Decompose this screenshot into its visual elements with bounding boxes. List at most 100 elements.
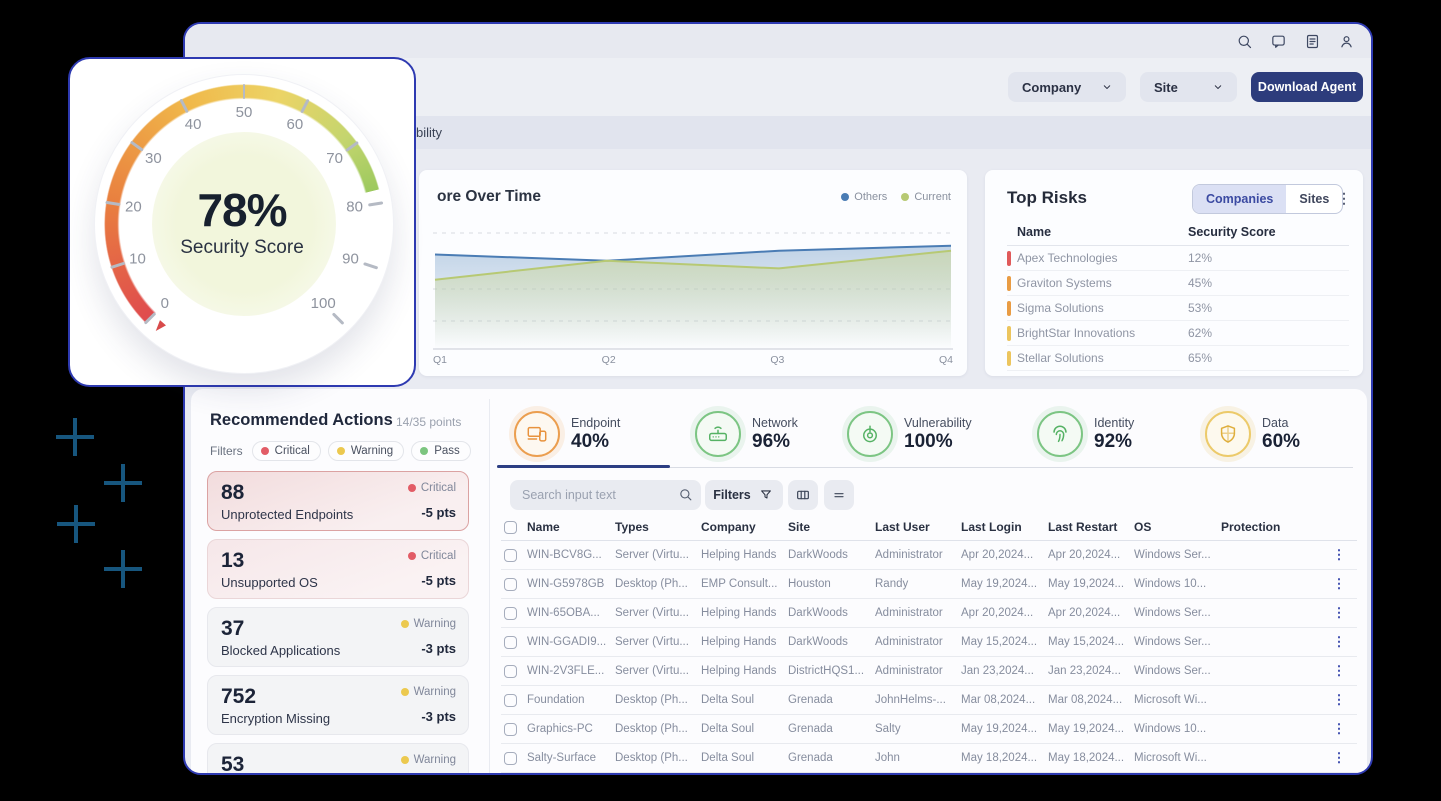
table-row[interactable]: WIN-G5978GBDesktop (Ph...EMP Consult...H… <box>501 570 1357 599</box>
cell-os: Windows Ser... <box>1134 665 1221 677</box>
row-menu-kebab-icon[interactable]: ⋮ <box>1333 721 1346 737</box>
row-menu-kebab-icon[interactable]: ⋮ <box>1333 634 1346 650</box>
tab-value: 100% <box>904 431 972 453</box>
tab-identity[interactable]: Identity92% <box>1037 403 1205 465</box>
action-card[interactable]: 752Encryption MissingWarning-3 pts <box>207 675 469 735</box>
row-checkbox[interactable] <box>504 752 517 765</box>
company-dropdown[interactable]: Company <box>1008 72 1126 102</box>
active-tab-underline <box>497 465 670 468</box>
chat-icon[interactable] <box>1269 32 1287 50</box>
select-all-checkbox[interactable] <box>504 521 517 534</box>
row-menu-kebab-icon[interactable]: ⋮ <box>1333 692 1346 708</box>
row-checkbox[interactable] <box>504 607 517 620</box>
gauge-tick <box>144 312 156 324</box>
device-table-header: NameTypesCompanySiteLast UserLast LoginL… <box>501 514 1357 541</box>
gauge-tick <box>179 98 188 113</box>
site-dropdown[interactable]: Site <box>1140 72 1237 102</box>
table-row[interactable]: Salty-SurfaceDesktop (Ph...Delta SoulGre… <box>501 744 1357 773</box>
risk-row[interactable]: Apex Technologies12% <box>1007 246 1349 271</box>
risk-row[interactable]: Sigma Solutions53% <box>1007 296 1349 321</box>
action-label: Blocked Applications <box>221 643 455 658</box>
download-agent-button[interactable]: Download Agent <box>1251 72 1363 102</box>
cell-company: Delta Soul <box>701 694 788 706</box>
tab-label: Endpoint <box>571 416 620 430</box>
filter-pill-pass[interactable]: Pass <box>411 441 471 461</box>
action-points: -5 pts <box>421 573 456 588</box>
tab-data[interactable]: Data60% <box>1205 403 1300 465</box>
action-card[interactable]: 88Unprotected EndpointsCritical-5 pts <box>207 471 469 531</box>
risk-name: BrightStar Innovations <box>1017 326 1188 340</box>
action-points: -3 pts <box>421 641 456 656</box>
filters-button[interactable]: Filters <box>705 480 783 510</box>
filters-label: Filters <box>210 444 243 458</box>
cell-site: DarkWoods <box>788 549 875 561</box>
bottom-panel: Recommended Actions 14/35 points Filters… <box>191 389 1367 775</box>
cell-last_user: Administrator <box>875 636 961 648</box>
row-menu-kebab-icon[interactable]: ⋮ <box>1333 576 1346 592</box>
status-dot <box>401 620 409 628</box>
row-checkbox[interactable] <box>504 549 517 562</box>
cell-os: Windows Ser... <box>1134 607 1221 619</box>
cell-company: Helping Hands <box>701 607 788 619</box>
row-checkbox[interactable] <box>504 636 517 649</box>
risks-menu-kebab-icon[interactable]: ⋮ <box>1337 190 1351 207</box>
status-dot <box>261 447 269 455</box>
toggle-companies[interactable]: Companies <box>1193 185 1286 213</box>
action-card[interactable]: 37Blocked ApplicationsWarning-3 pts <box>207 607 469 667</box>
cell-type: Server (Virtu... <box>615 665 701 677</box>
table-row[interactable]: WIN-2V3FLE...Server (Virtu...Helping Han… <box>501 657 1357 686</box>
action-card[interactable]: 13Unsupported OSCritical-5 pts <box>207 539 469 599</box>
cell-last_user: Administrator <box>875 665 961 677</box>
tab-endpoint[interactable]: Endpoint40% <box>514 403 695 465</box>
toggle-sites[interactable]: Sites <box>1286 185 1342 213</box>
row-density-button[interactable] <box>824 480 854 510</box>
row-checkbox[interactable] <box>504 723 517 736</box>
row-menu-kebab-icon[interactable]: ⋮ <box>1333 547 1346 563</box>
tab-text: Vulnerability100% <box>904 416 972 453</box>
status-dot <box>408 552 416 560</box>
filter-pill-label: Critical <box>275 445 310 457</box>
filter-pill-warning[interactable]: Warning <box>328 441 404 461</box>
search-icon[interactable] <box>1235 32 1253 50</box>
row-menu-kebab-icon[interactable]: ⋮ <box>1333 750 1346 766</box>
tab-value: 60% <box>1262 431 1300 453</box>
row-checkbox[interactable] <box>504 665 517 678</box>
action-severity: Warning <box>401 754 456 766</box>
site-dropdown-label: Site <box>1154 80 1178 95</box>
cell-site: Grenada <box>788 723 875 735</box>
row-menu-kebab-icon[interactable]: ⋮ <box>1333 605 1346 621</box>
recommended-actions-points: 14/35 points <box>396 415 461 429</box>
filters-button-label: Filters <box>713 488 751 502</box>
tab-network[interactable]: Network96% <box>695 403 847 465</box>
column-header: Last Login <box>961 520 1048 534</box>
table-row[interactable]: WIN-65OBA...Server (Virtu...Helping Hand… <box>501 599 1357 628</box>
cell-name: WIN-G5978GB <box>527 578 615 590</box>
legend-item-others: Others <box>841 191 887 203</box>
legend-dot <box>841 193 849 201</box>
gauge-tick <box>332 312 344 324</box>
cell-last_login: May 15,2024... <box>961 636 1048 648</box>
column-settings-button[interactable] <box>788 480 818 510</box>
search-input[interactable] <box>510 480 701 510</box>
row-menu-kebab-icon[interactable]: ⋮ <box>1333 663 1346 679</box>
user-icon[interactable] <box>1337 32 1355 50</box>
severity-label: Critical <box>421 550 456 562</box>
row-checkbox[interactable] <box>504 578 517 591</box>
risk-row[interactable]: Stellar Solutions65% <box>1007 346 1349 371</box>
filter-pill-critical[interactable]: Critical <box>252 441 321 461</box>
status-dot <box>408 484 416 492</box>
table-row[interactable]: WIN-BCV8G...Server (Virtu...Helping Hand… <box>501 541 1357 570</box>
cell-name: WIN-GGADI9... <box>527 636 615 648</box>
action-card[interactable]: 53Outdated AgentsWarning-5 pts <box>207 743 469 775</box>
table-row[interactable]: WIN-GGADI9...Server (Virtu...Helping Han… <box>501 628 1357 657</box>
notes-icon[interactable] <box>1303 32 1321 50</box>
table-row[interactable]: Graphics-PCDesktop (Ph...Delta SoulGrena… <box>501 715 1357 744</box>
identity-icon <box>1037 411 1083 457</box>
row-checkbox[interactable] <box>504 694 517 707</box>
table-row[interactable]: FoundationDesktop (Ph...Delta SoulGrenad… <box>501 686 1357 715</box>
risks-table-header: Name Security Score <box>1007 218 1349 246</box>
risk-row[interactable]: Graviton Systems45% <box>1007 271 1349 296</box>
cell-last_restart: May 19,2024... <box>1048 578 1134 590</box>
risk-row[interactable]: BrightStar Innovations62% <box>1007 321 1349 346</box>
tab-vulnerability[interactable]: Vulnerability100% <box>847 403 1037 465</box>
